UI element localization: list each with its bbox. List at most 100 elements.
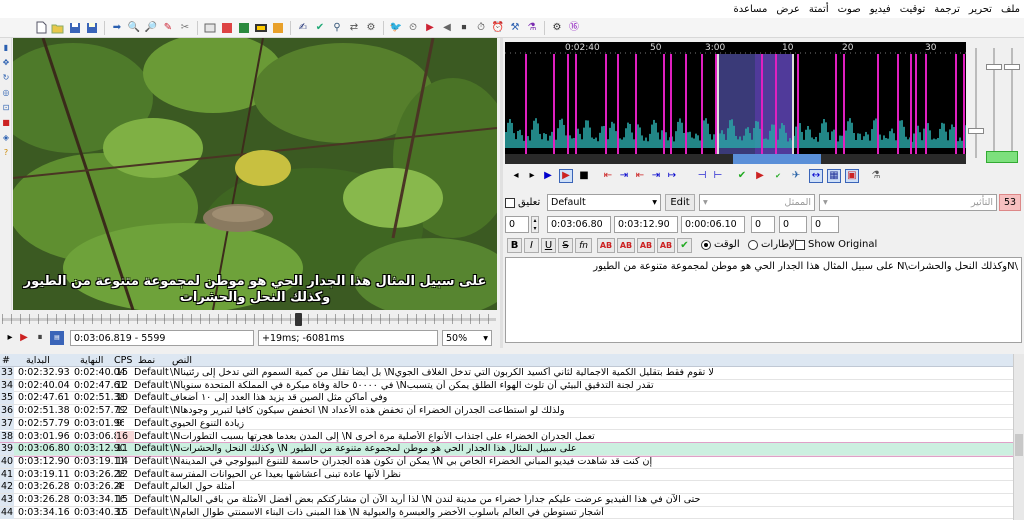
vertical-zoom-slider[interactable] — [968, 128, 984, 134]
macro-icon[interactable]: ⑯ — [567, 21, 581, 35]
actor-field[interactable]: ▾ الممثل — [699, 194, 815, 211]
edit-style-button[interactable]: Edit — [665, 194, 695, 211]
menu-edit[interactable]: تحرير — [969, 4, 992, 15]
subtitle-offset-field[interactable]: +19ms; -6081ms — [258, 330, 438, 346]
play-last-500ms-icon[interactable]: ⇤ — [633, 169, 647, 183]
col-header-text[interactable]: النص — [170, 354, 230, 367]
drag-tool-icon[interactable]: ✥ — [1, 58, 11, 68]
play-to-end-icon[interactable]: ↦ — [665, 169, 679, 183]
grid-scrollbar[interactable] — [1013, 354, 1024, 520]
effect-field[interactable]: ▾ التأثير — [819, 194, 997, 211]
table-row[interactable]: 40 0:03:12.90 0:03:19.11 14 Default \Nيمكن أن… — [0, 455, 1013, 469]
font-button[interactable]: fn — [575, 238, 592, 253]
table-row[interactable]: 33 0:02:32.93 0:02:40.04 15 Default \Nبل أيضا… — [0, 367, 1013, 380]
video-position-icon[interactable]: ▣ — [845, 169, 859, 183]
snap-end-icon[interactable]: ⏱ — [474, 21, 488, 35]
margin-right-field[interactable]: 0 — [779, 216, 807, 233]
open-file-icon[interactable] — [51, 21, 65, 35]
find-icon[interactable]: ⚲ — [330, 21, 344, 35]
automation-icon[interactable]: ⚗ — [525, 21, 539, 35]
menu-automation[interactable]: أتمتة — [809, 4, 829, 15]
table-row[interactable]: 35 0:02:47.61 0:02:51.38 10 Default وفي أماكن… — [0, 392, 1013, 406]
video-zoom-icon[interactable] — [271, 21, 285, 35]
primary-color-button[interactable]: AB — [597, 238, 615, 253]
save-icon[interactable] — [68, 21, 82, 35]
strikeout-button[interactable]: S — [558, 238, 573, 253]
underline-button[interactable]: U — [541, 238, 556, 253]
snap-start-icon[interactable]: ⏹ — [457, 21, 471, 35]
audio-waveform[interactable]: 0:02:40 50 3:00 10 20 30 — [505, 42, 966, 164]
bold-button[interactable]: B — [507, 238, 522, 253]
properties-icon[interactable] — [203, 21, 217, 35]
table-row[interactable]: 42 0:03:26.28 0:03:26.28 4 Default أمثلة حول … — [0, 481, 1013, 494]
show-original-checkbox[interactable] — [795, 239, 805, 250]
time-radio-option[interactable]: الوقت — [701, 239, 740, 250]
table-row[interactable]: 39 0:03:06.80 0:03:12.90 11 Default \Nوكذلك ا… — [0, 442, 1013, 457]
margin-vertical-field[interactable]: 0 — [811, 216, 839, 233]
menu-video[interactable]: فيديو — [870, 4, 891, 15]
audio-scroll-thumb[interactable] — [733, 154, 821, 164]
replace-icon[interactable]: ⇄ — [347, 21, 361, 35]
layer-field[interactable]: 0 — [505, 216, 529, 233]
time-radio[interactable] — [701, 239, 711, 250]
zoom-in-icon[interactable]: 🔍 — [127, 21, 141, 35]
show-original-option[interactable]: Show Original — [795, 239, 877, 250]
help-icon[interactable]: ? — [1, 148, 11, 158]
video-position-field[interactable]: 0:03:06.819 - 5599 — [70, 330, 254, 346]
comment-check[interactable] — [505, 197, 515, 208]
table-row[interactable]: 43 0:03:26.28 0:03:34.16 15 Default \Nلذا أري… — [0, 494, 1013, 507]
table-row[interactable]: 36 0:02:51.38 0:02:57.79 12 Default \Nانخفض س… — [0, 405, 1013, 418]
shadow-color-button[interactable]: AB — [657, 238, 675, 253]
video-seek-bar[interactable] — [0, 310, 500, 328]
jump-to-icon[interactable]: ➡ — [110, 21, 124, 35]
col-header-style[interactable]: نمط — [136, 354, 166, 367]
vector-clip-icon[interactable]: ◈ — [1, 133, 11, 143]
play-line-icon[interactable]: ▶ — [17, 331, 31, 345]
karaoke-icon[interactable]: ▦ — [827, 169, 841, 183]
comment-checkbox[interactable]: تعليق — [505, 197, 540, 208]
menu-view[interactable]: عرض — [776, 4, 800, 15]
zoom-out-icon[interactable]: 🔎 — [144, 21, 158, 35]
margin-left-field[interactable]: 0 — [751, 216, 775, 233]
col-header-cps[interactable]: CPS — [112, 354, 134, 367]
col-header-num[interactable]: # — [0, 354, 14, 367]
spectrum-mode-icon[interactable]: ↔ — [809, 169, 823, 183]
table-row[interactable]: 37 0:02:57.79 0:03:01.96 9 Default زيادة التن… — [0, 417, 1013, 431]
outline-color-button[interactable]: AB — [637, 238, 655, 253]
save-as-icon[interactable] — [85, 21, 99, 35]
next-line-icon[interactable]: ▸ — [525, 169, 539, 183]
lead-out-icon[interactable]: ⊢ — [711, 169, 725, 183]
karaoke-mode-icon[interactable]: ⚗ — [869, 169, 883, 183]
play-after-icon[interactable]: ⇥ — [649, 169, 663, 183]
duration-field[interactable]: 0:00:06.10 — [681, 216, 745, 233]
attachments-icon[interactable]: ✂ — [178, 21, 192, 35]
scale-icon[interactable]: ⊡ — [1, 103, 11, 113]
horizontal-zoom-slider[interactable] — [986, 64, 1002, 70]
pause-icon[interactable]: ⏸ — [33, 331, 47, 345]
tools-icon[interactable]: ⚙ — [364, 21, 378, 35]
menu-audio[interactable]: صوت — [838, 4, 861, 15]
prev-line-icon[interactable]: ◂ — [509, 169, 523, 183]
video-details-icon[interactable] — [254, 21, 268, 35]
frames-radio[interactable] — [748, 239, 758, 250]
grid-scroll-thumb[interactable] — [1015, 434, 1023, 456]
play-before-icon[interactable]: ⇤ — [601, 169, 615, 183]
commit-check-icon[interactable]: ✔ — [677, 238, 692, 253]
play-selection-icon[interactable]: ▶ — [541, 169, 555, 183]
style-select[interactable]: Default ▾ — [547, 194, 661, 211]
translation-assistant-icon[interactable]: ✍ — [296, 21, 310, 35]
play-icon[interactable]: ▸ — [3, 331, 17, 345]
lead-in-icon[interactable]: ⊣ — [695, 169, 709, 183]
new-file-icon[interactable] — [34, 21, 48, 35]
frames-radio-option[interactable]: الإطارات — [748, 239, 798, 250]
sort-icon[interactable]: ◀ — [440, 21, 454, 35]
table-row[interactable]: 34 0:02:40.04 0:02:47.61 12 Default \Nفي ٥٠٠٠… — [0, 379, 1013, 393]
table-row[interactable]: 44 0:03:34.16 0:03:40.37 15 Default \Nهذا الم… — [0, 506, 1013, 520]
table-row[interactable]: 38 0:03:01.96 0:03:06.80 16 Default \Nإلى الم… — [0, 430, 1013, 444]
volume-slider[interactable] — [1004, 64, 1020, 70]
menu-subtitle[interactable]: ترجمة — [934, 4, 960, 15]
go-to-icon[interactable]: ▶ — [753, 169, 767, 183]
clip-icon[interactable]: ■ — [1, 118, 11, 128]
seek-thumb[interactable] — [295, 313, 303, 326]
kanji-timer-icon[interactable]: ▶ — [423, 21, 437, 35]
